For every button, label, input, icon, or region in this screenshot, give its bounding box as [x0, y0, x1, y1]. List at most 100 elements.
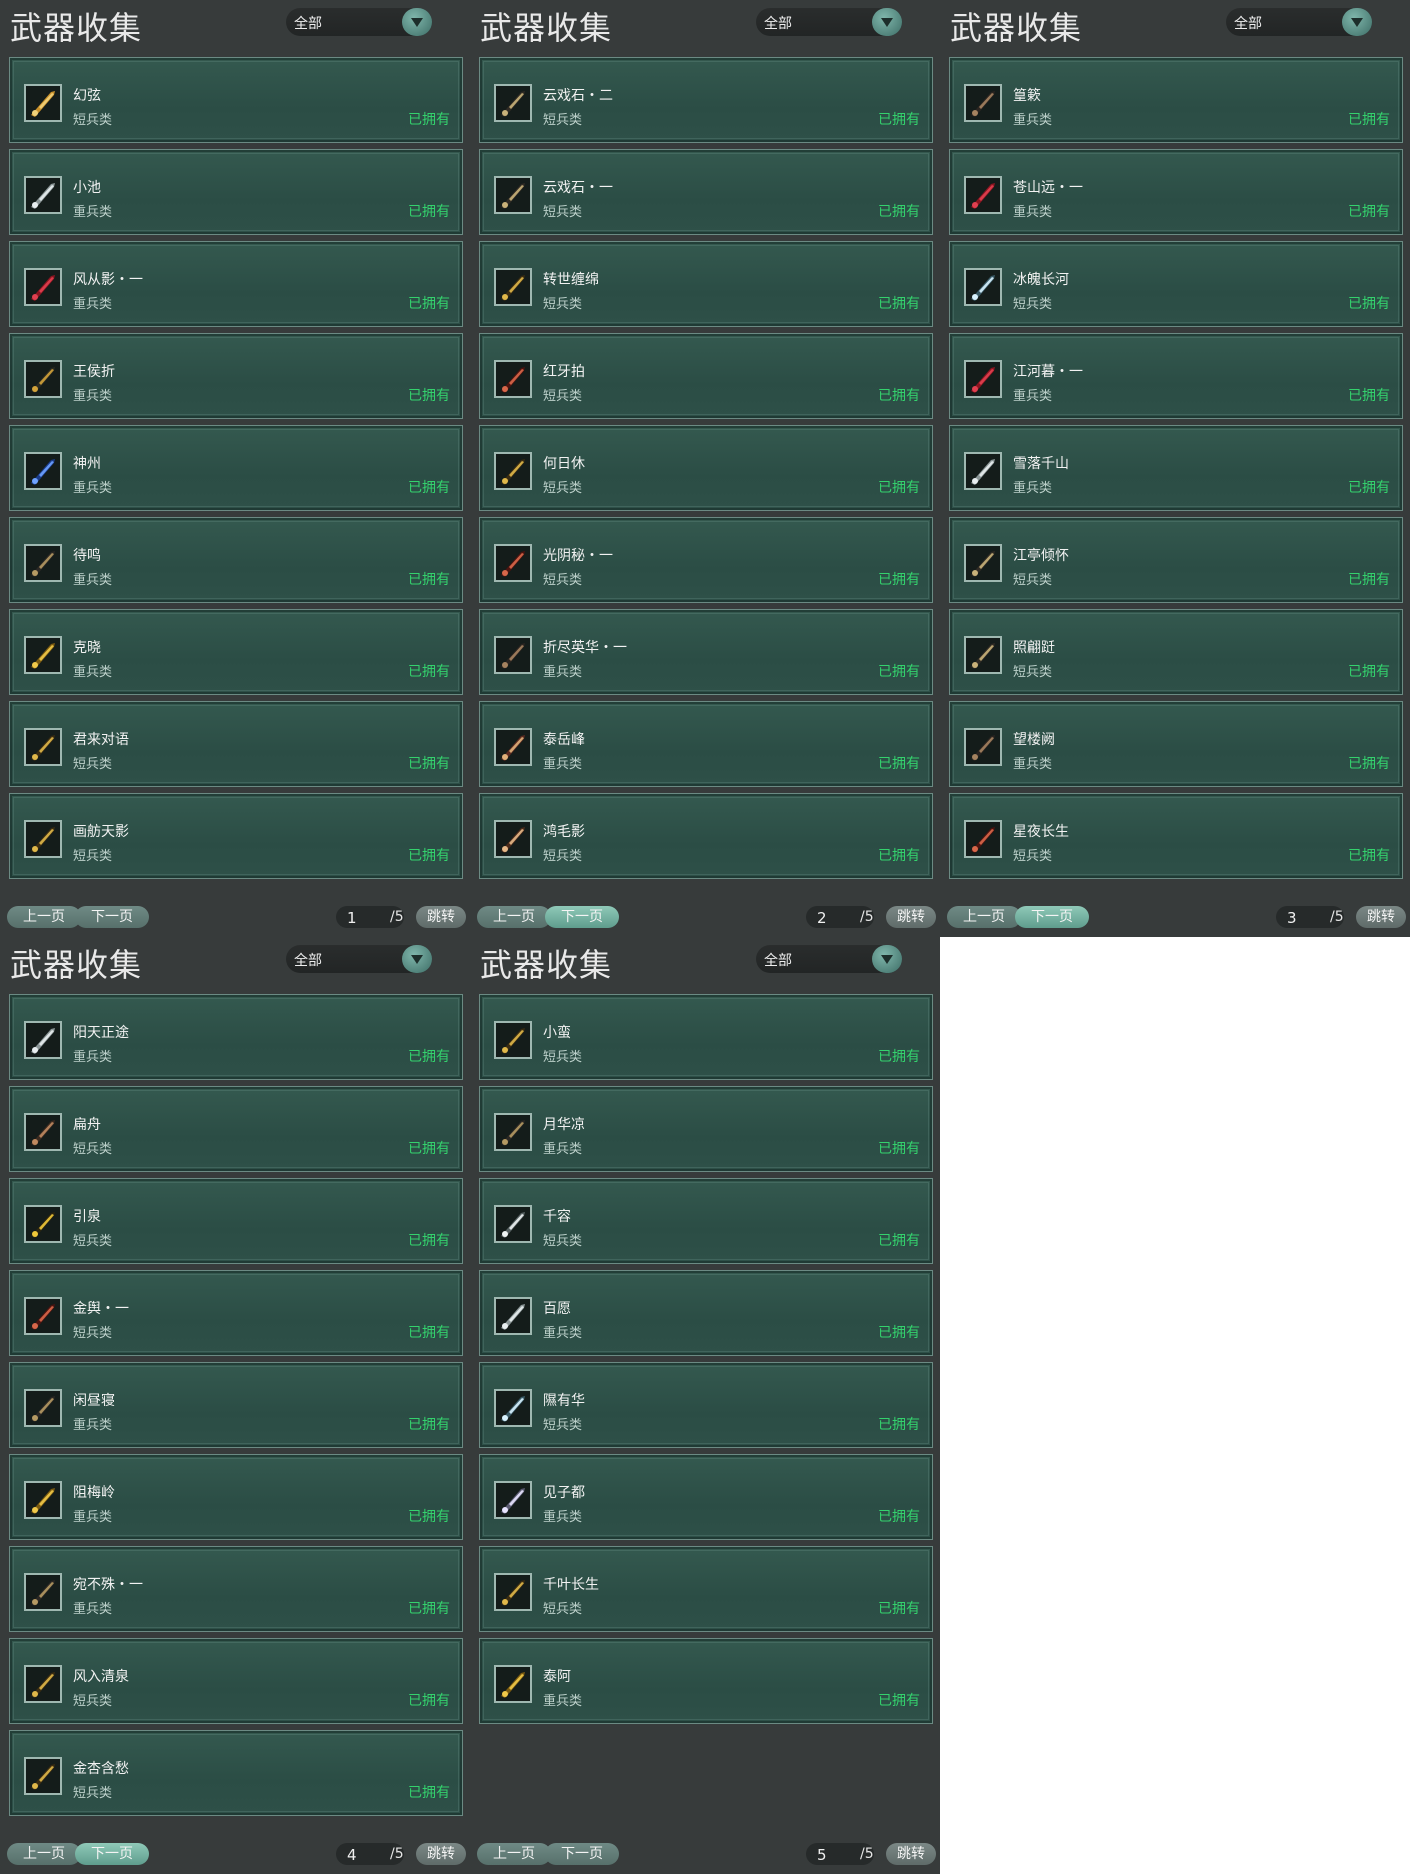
pagination: 上一页 下一页 1/5 跳转: [0, 902, 470, 932]
weapon-list-item[interactable]: 金舆・一 短兵类 已拥有: [9, 1270, 463, 1356]
weapon-list-item[interactable]: 见子都 重兵类 已拥有: [479, 1454, 933, 1540]
weapon-list-item[interactable]: 冰魄长河 短兵类 已拥有: [949, 241, 1403, 327]
weapon-list-item[interactable]: 小蛮 短兵类 已拥有: [479, 994, 933, 1080]
weapon-list-item[interactable]: 风入清泉 短兵类 已拥有: [9, 1638, 463, 1724]
weapon-list-item[interactable]: 光阴秘・一 短兵类 已拥有: [479, 517, 933, 603]
weapon-name: 扁舟: [73, 1117, 101, 1133]
weapon-list-item[interactable]: 画舫天影 短兵类 已拥有: [9, 793, 463, 879]
filter-dropdown[interactable]: 全部: [1226, 8, 1372, 36]
weapon-list-item[interactable]: 幻弦 短兵类 已拥有: [9, 57, 463, 143]
weapon-list-item[interactable]: 鸿毛影 短兵类 已拥有: [479, 793, 933, 879]
weapon-list-item[interactable]: 星夜长生 短兵类 已拥有: [949, 793, 1403, 879]
weapon-list-item[interactable]: 泰岳峰 重兵类 已拥有: [479, 701, 933, 787]
screenshot-collage: 武器收集 全部 幻弦 短兵类 已拥有 小池 重兵类 已拥有 风从影・一 重兵类 已拥有 王侯折 重兵类已…: [0, 0, 1410, 1874]
chevron-down-icon[interactable]: [872, 945, 902, 973]
filter-dropdown[interactable]: 全部: [756, 8, 902, 36]
weapon-list-item[interactable]: 阻梅岭 重兵类 已拥有: [9, 1454, 463, 1540]
owned-status: 已拥有: [878, 1693, 920, 1709]
owned-status: 已拥有: [878, 756, 920, 772]
weapon-list-item[interactable]: 转世缠绵 短兵类 已拥有: [479, 241, 933, 327]
weapon-list-item[interactable]: 篁簌 重兵类 已拥有: [949, 57, 1403, 143]
weapon-list-item[interactable]: 泰阿 重兵类 已拥有: [479, 1638, 933, 1724]
next-page-button[interactable]: 下一页: [545, 1843, 619, 1865]
pagination: 上一页 下一页 2/5 跳转: [470, 902, 940, 932]
weapon-list-item[interactable]: 何日休 短兵类 已拥有: [479, 425, 933, 511]
weapon-list-item[interactable]: 云戏石・一 短兵类 已拥有: [479, 149, 933, 235]
weapon-list-item[interactable]: 小池 重兵类 已拥有: [9, 149, 463, 235]
weapon-name: 篁簌: [1013, 88, 1041, 104]
weapon-list-item[interactable]: 江河暮・一 重兵类 已拥有: [949, 333, 1403, 419]
weapon-category: 短兵类: [1013, 297, 1053, 312]
weapon-name: 星夜长生: [1013, 824, 1069, 840]
jump-button[interactable]: 跳转: [1356, 906, 1406, 928]
silver-dagger-icon: [494, 1205, 532, 1243]
weapon-list-item[interactable]: 金杏含愁 短兵类 已拥有: [9, 1730, 463, 1816]
prev-page-button[interactable]: 上一页: [7, 906, 81, 928]
weapon-name: 江亭倾怀: [1013, 548, 1069, 564]
weapon-category: 重兵类: [543, 1510, 583, 1525]
chevron-down-icon[interactable]: [1342, 8, 1372, 36]
weapon-list-item[interactable]: 待鸣 重兵类 已拥有: [9, 517, 463, 603]
weapon-list-item[interactable]: 风从影・一 重兵类 已拥有: [9, 241, 463, 327]
filter-dropdown[interactable]: 全部: [286, 945, 432, 973]
weapon-category: 重兵类: [73, 665, 113, 680]
next-page-button[interactable]: 下一页: [75, 1843, 149, 1865]
weapon-list-item[interactable]: 雪落千山 重兵类 已拥有: [949, 425, 1403, 511]
chevron-down-icon[interactable]: [402, 945, 432, 973]
weapon-list-item[interactable]: 宛不殊・一 重兵类 已拥有: [9, 1546, 463, 1632]
weapon-category: 短兵类: [73, 113, 113, 128]
chevron-down-icon[interactable]: [402, 8, 432, 36]
filter-selected-value: 全部: [294, 953, 322, 969]
red-dagger-icon: [964, 820, 1002, 858]
filter-dropdown[interactable]: 全部: [286, 8, 432, 36]
weapon-list-item[interactable]: 阳天正途 重兵类 已拥有: [9, 994, 463, 1080]
jump-button[interactable]: 跳转: [886, 906, 936, 928]
next-page-button[interactable]: 下一页: [545, 906, 619, 928]
red-blade-icon: [964, 360, 1002, 398]
ornate-dagger-icon: [494, 820, 532, 858]
weapon-list-item[interactable]: 云戏石・二 短兵类 已拥有: [479, 57, 933, 143]
jump-button[interactable]: 跳转: [416, 1843, 466, 1865]
weapon-list-item[interactable]: 江亭倾怀 短兵类 已拥有: [949, 517, 1403, 603]
weapon-name: 折尽英华・一: [543, 640, 627, 656]
weapon-list-item[interactable]: 隰有华 短兵类 已拥有: [479, 1362, 933, 1448]
weapon-list-item[interactable]: 百愿 重兵类 已拥有: [479, 1270, 933, 1356]
weapon-list-item[interactable]: 望楼阙 重兵类 已拥有: [949, 701, 1403, 787]
weapon-list-item[interactable]: 千容 短兵类 已拥有: [479, 1178, 933, 1264]
weapon-list-item[interactable]: 月华凉 重兵类 已拥有: [479, 1086, 933, 1172]
gold-dagger-icon: [494, 452, 532, 490]
prev-page-button[interactable]: 上一页: [7, 1843, 81, 1865]
owned-status: 已拥有: [408, 1601, 450, 1617]
weapon-category: 短兵类: [1013, 573, 1053, 588]
silver-blade-icon: [24, 1021, 62, 1059]
owned-status: 已拥有: [878, 1417, 920, 1433]
weapon-list-item[interactable]: 千叶长生 短兵类 已拥有: [479, 1546, 933, 1632]
weapon-list-item[interactable]: 引泉 短兵类 已拥有: [9, 1178, 463, 1264]
owned-status: 已拥有: [408, 112, 450, 128]
chevron-down-icon[interactable]: [872, 8, 902, 36]
weapon-list-item[interactable]: 克晓 重兵类 已拥有: [9, 609, 463, 695]
jump-button[interactable]: 跳转: [416, 906, 466, 928]
prev-page-button[interactable]: 上一页: [477, 906, 551, 928]
silver-blade-icon: [24, 176, 62, 214]
weapon-list-item[interactable]: 苍山远・一 重兵类 已拥有: [949, 149, 1403, 235]
prev-page-button[interactable]: 上一页: [947, 906, 1021, 928]
weapon-list-item[interactable]: 红牙拍 短兵类 已拥有: [479, 333, 933, 419]
weapon-list-item[interactable]: 照翩跹 短兵类 已拥有: [949, 609, 1403, 695]
next-page-button[interactable]: 下一页: [75, 906, 149, 928]
owned-status: 已拥有: [408, 1417, 450, 1433]
weapon-list-item[interactable]: 闲昼寝 重兵类 已拥有: [9, 1362, 463, 1448]
weapon-list-item[interactable]: 神州 重兵类 已拥有: [9, 425, 463, 511]
jump-button[interactable]: 跳转: [886, 1843, 936, 1865]
page-total: /5: [860, 909, 874, 925]
weapon-list-item[interactable]: 王侯折 重兵类 已拥有: [9, 333, 463, 419]
weapon-list-item[interactable]: 君来对语 短兵类 已拥有: [9, 701, 463, 787]
weapon-list-item[interactable]: 扁舟 短兵类 已拥有: [9, 1086, 463, 1172]
next-page-button[interactable]: 下一页: [1015, 906, 1089, 928]
prev-page-button[interactable]: 上一页: [477, 1843, 551, 1865]
dark-gold-staff-icon: [24, 360, 62, 398]
weapon-name: 云戏石・二: [543, 88, 613, 104]
page-number-value: 1: [347, 909, 357, 927]
filter-dropdown[interactable]: 全部: [756, 945, 902, 973]
weapon-list-item[interactable]: 折尽英华・一 重兵类 已拥有: [479, 609, 933, 695]
